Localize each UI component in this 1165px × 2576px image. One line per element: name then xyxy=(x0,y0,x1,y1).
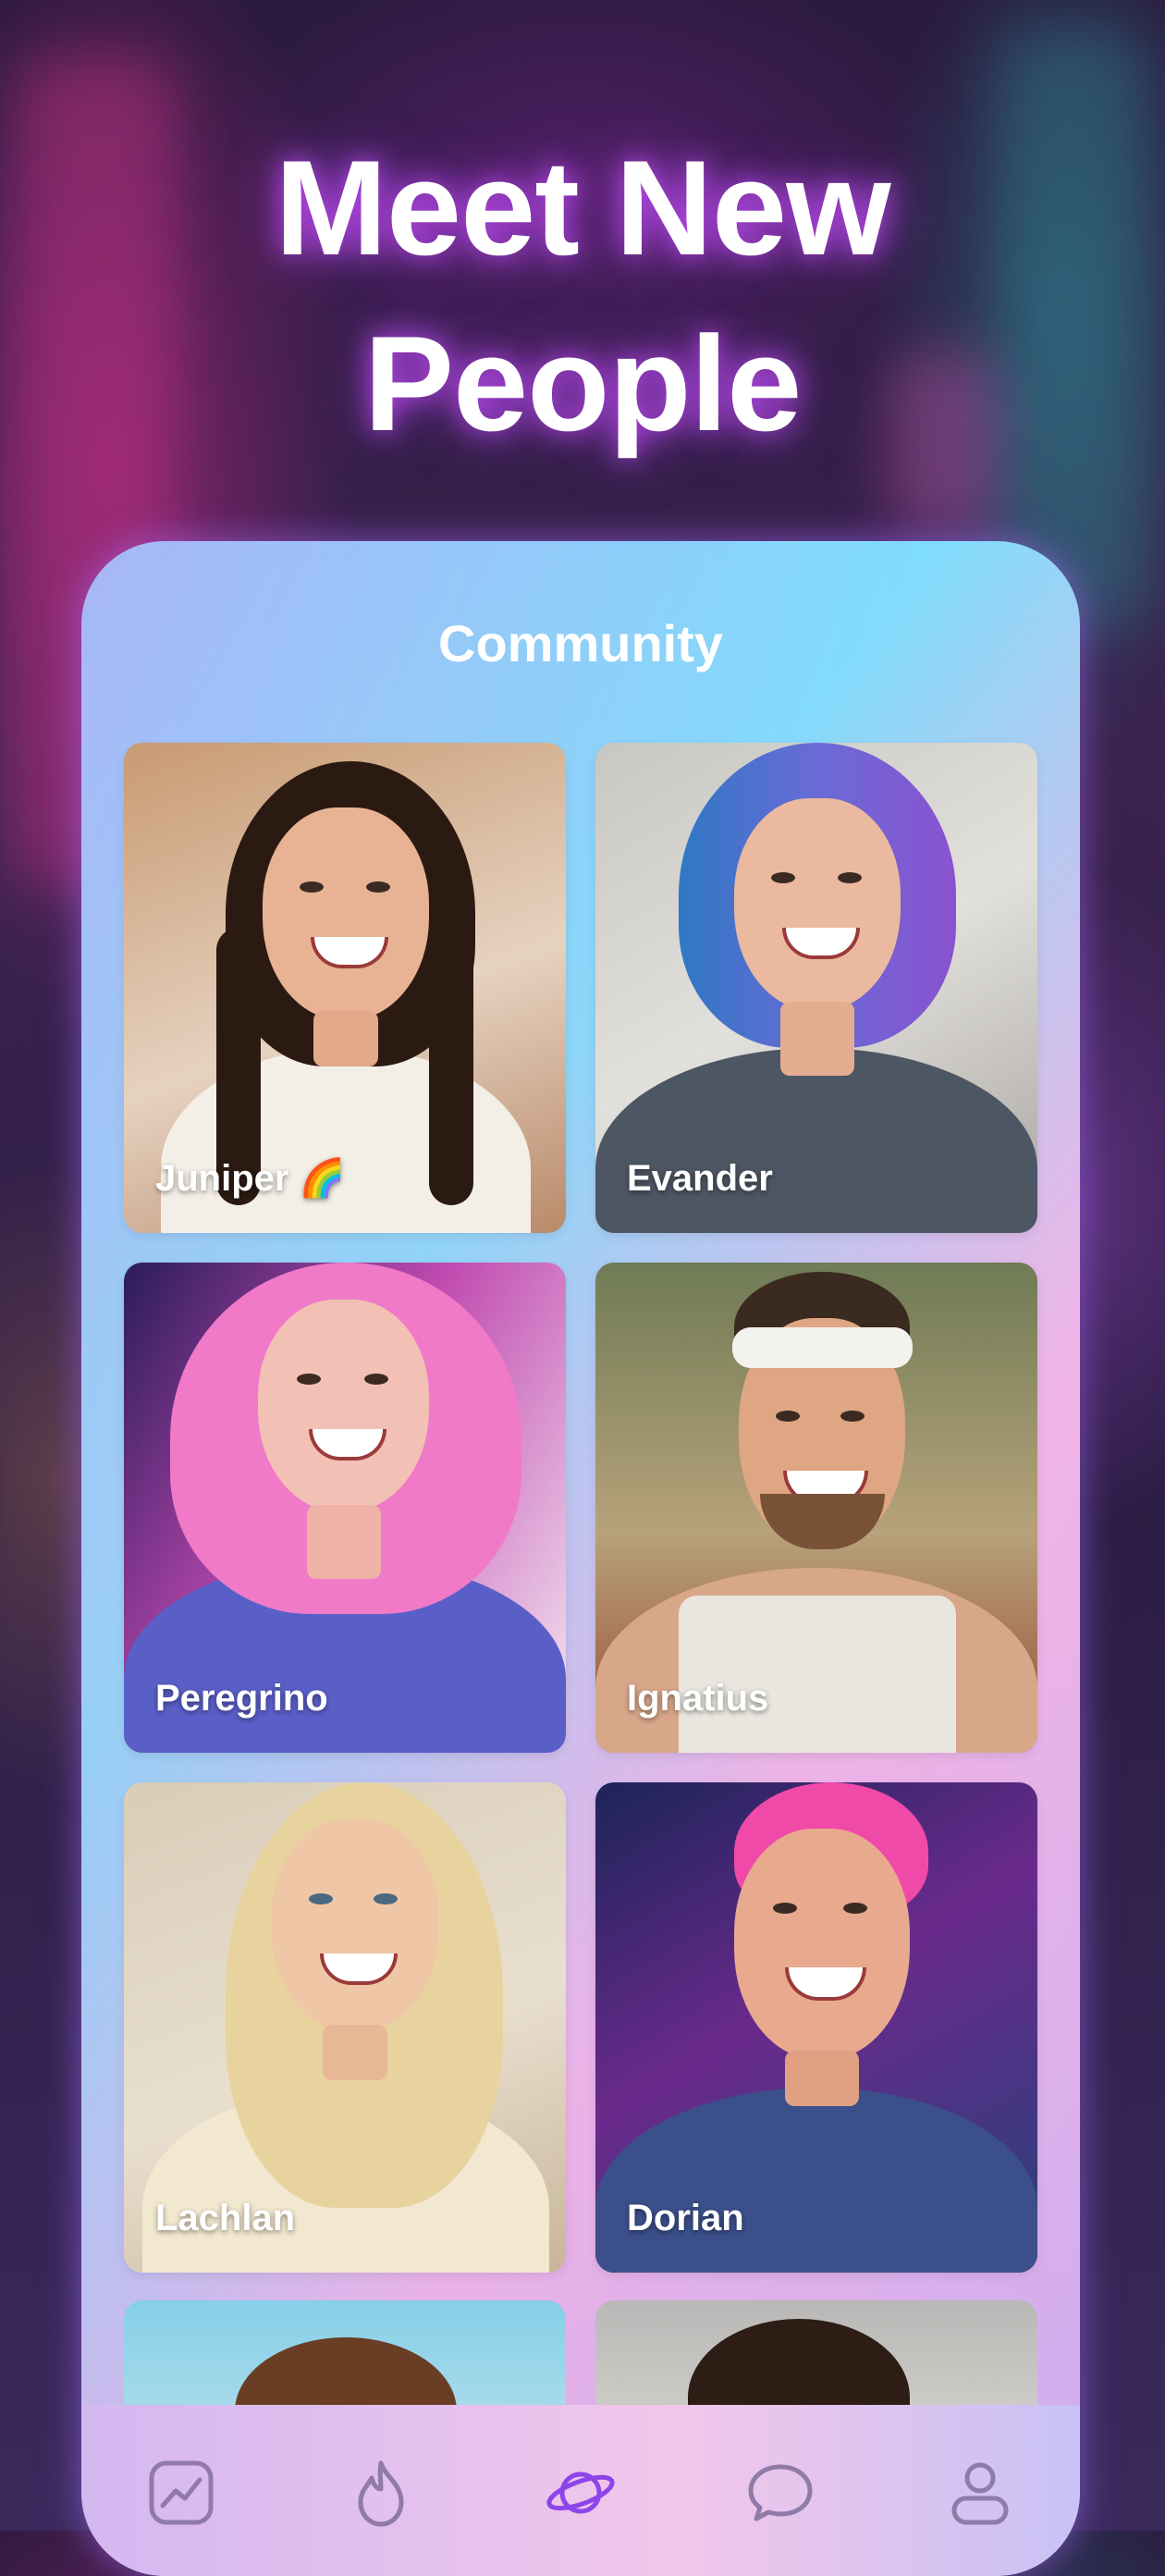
community-card: Community Juniper 🌈 Evander Peregrino Ig… xyxy=(81,541,1080,2576)
profile-card-peregrino[interactable]: Peregrino xyxy=(124,1263,566,1753)
profile-name: Peregrino xyxy=(155,1678,328,1719)
profile-name: Evander xyxy=(627,1158,773,1199)
headline-line-1: Meet New xyxy=(275,132,890,283)
tab-messages[interactable] xyxy=(739,2456,822,2530)
profile-name: Juniper 🌈 xyxy=(155,1158,346,1199)
profile-card-partial[interactable] xyxy=(124,2300,566,2421)
profile-name: Ignatius xyxy=(627,1678,769,1719)
profile-photo xyxy=(595,2300,1037,2421)
profile-card-ignatius[interactable]: Ignatius xyxy=(595,1263,1037,1753)
profile-card-partial[interactable] xyxy=(595,2300,1037,2421)
profile-card-evander[interactable]: Evander xyxy=(595,743,1037,1233)
profile-name: Lachlan xyxy=(155,2198,296,2238)
profile-grid: Juniper 🌈 Evander Peregrino Ignatius Lac… xyxy=(124,743,1037,2273)
tab-community[interactable] xyxy=(539,2456,622,2530)
planet-icon xyxy=(546,2471,615,2514)
tab-profile[interactable] xyxy=(938,2456,1022,2530)
tab-discover[interactable] xyxy=(339,2456,423,2530)
tab-bar xyxy=(81,2405,1080,2576)
profile-card-lachlan[interactable]: Lachlan xyxy=(124,1782,566,2273)
profile-photo xyxy=(124,2300,566,2421)
profile-name: Dorian xyxy=(627,2198,744,2238)
profile-icon xyxy=(951,2462,1009,2525)
chart-icon xyxy=(149,2460,214,2525)
headline-line-2: People xyxy=(363,308,803,459)
profile-card-juniper[interactable]: Juniper 🌈 xyxy=(124,743,566,1233)
flame-icon xyxy=(358,2460,404,2527)
profile-grid-next-row xyxy=(124,2300,1037,2421)
tab-stats[interactable] xyxy=(140,2456,223,2530)
community-title: Community xyxy=(438,614,723,672)
profile-card-dorian[interactable]: Dorian xyxy=(595,1782,1037,2273)
chat-bubble-icon xyxy=(748,2464,813,2521)
headline: Meet New People xyxy=(0,120,1165,472)
